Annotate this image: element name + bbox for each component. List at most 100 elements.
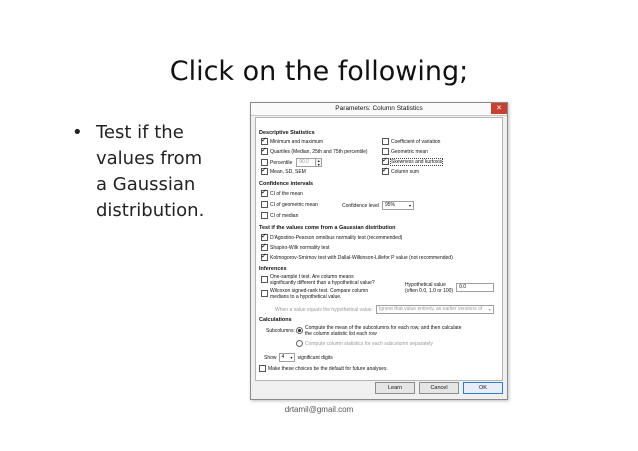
geomean-checkbox[interactable] — [382, 148, 389, 155]
cv-checkbox-row[interactable]: Coefficient of variation — [382, 138, 440, 145]
ttest-row[interactable]: One-sample t test. Are column means sign… — [261, 274, 375, 286]
digits-value: 4 — [281, 354, 285, 360]
geomean-checkbox-row[interactable]: Geometric mean — [382, 148, 428, 155]
minmax-checkbox[interactable] — [261, 136, 268, 145]
hypothetical-value-input[interactable]: 0.0 — [456, 283, 495, 292]
footer-email: drtamil@gmail.com — [284, 405, 354, 414]
bullet-text: distribution. — [96, 200, 205, 221]
slide-title: Click on the following; — [169, 56, 469, 87]
mean-checkbox-row[interactable]: Mean, SD, SEM — [261, 166, 306, 175]
ks-row[interactable]: Kolmogorov-Smirnov test with Dallal-Wilk… — [261, 252, 453, 261]
colsum-checkbox-row[interactable]: Column sum — [382, 166, 420, 175]
bullet-text: Test if the — [96, 122, 184, 143]
ci-geomean-checkbox[interactable] — [261, 201, 268, 208]
cv-label: Coefficient of variation — [391, 138, 441, 145]
chevron-down-icon: ▾ — [290, 355, 293, 360]
subcolumn-option-mean[interactable]: Compute the mean of the subcolumns for e… — [296, 325, 461, 337]
subcolumn-mean-radio[interactable] — [296, 327, 303, 334]
ci-mean-label: CI of the mean — [270, 190, 303, 197]
wilcoxon-label-line2: medians to a hypothetical value. — [270, 294, 342, 300]
dialog-title: Parameters: Column Statistics — [335, 105, 423, 112]
digits-row: Show 4 ▾ significant digits — [264, 353, 333, 362]
ttest-checkbox[interactable] — [261, 276, 268, 283]
digits-select[interactable]: 4 ▾ — [278, 353, 295, 362]
minmax-label: Minimum and maximum — [270, 138, 324, 145]
show-label: Show — [264, 354, 277, 361]
bullet-text: a Gaussian — [96, 174, 196, 195]
ks-label: Kolmogorov-Smirnov test with Dallal-Wilk… — [270, 254, 453, 261]
quartiles-checkbox-row[interactable]: Quartiles (Median, 25th and 75th percent… — [261, 146, 368, 155]
equals-label: When a value equals the hypothetical val… — [275, 306, 373, 313]
bullet-line: distribution. — [72, 198, 222, 224]
ci-level-select[interactable]: 95% ▾ — [381, 201, 414, 210]
digits-label: significant digits — [297, 354, 333, 361]
ci-level-value: 95% — [384, 202, 395, 208]
colsum-checkbox[interactable] — [382, 166, 389, 175]
ttest-label-line2: significantly different than a hypotheti… — [270, 280, 375, 286]
mean-sd-checkbox[interactable] — [261, 166, 268, 175]
ci-mean-row[interactable]: CI of the mean — [261, 188, 303, 197]
bullet-line: • Test if the — [72, 120, 222, 146]
ks-checkbox[interactable] — [261, 252, 268, 261]
subcolumn-mean-text: Compute the mean of the subcolumns for e… — [305, 325, 461, 337]
dialog-content: Descriptive Statistics Minimum and maxim… — [255, 117, 503, 381]
subcolumn-mean-line2: the column statistic list each row — [305, 331, 377, 337]
subcolumn-separate-label: Compute column statistics for each subco… — [305, 340, 433, 347]
inferences-header: Inferences — [259, 266, 287, 272]
percentile-input[interactable]: 90.0 — [296, 158, 317, 167]
ci-level-label: Confidence level — [342, 202, 379, 209]
subcolumn-separate-radio[interactable] — [296, 340, 303, 347]
colsum-label: Column sum — [391, 168, 420, 175]
quartiles-label: Quartiles (Median, 25th and 75th percent… — [270, 148, 368, 155]
ci-level-row: Confidence level 95% ▾ — [342, 201, 414, 210]
column-statistics-dialog: Parameters: Column Statistics ✕ Descript… — [250, 102, 508, 400]
default-choice-row[interactable]: Make these choices be the default for fu… — [259, 365, 388, 372]
bullet-line: values from — [72, 146, 222, 172]
wilcoxon-text: Wilcoxon signed-rank test. Compare colum… — [270, 288, 368, 300]
minmax-checkbox-row[interactable]: Minimum and maximum — [261, 136, 324, 145]
percentile-label: Percentile — [270, 159, 293, 166]
ci-mean-checkbox[interactable] — [261, 188, 268, 197]
geomean-label: Geometric mean — [391, 148, 428, 155]
ci-median-label: CI of median — [270, 212, 299, 219]
ci-header: Confidence intervals — [259, 181, 314, 187]
equals-row: When a value equals the hypothetical val… — [275, 305, 494, 314]
bullet-text: values from — [96, 148, 203, 169]
ok-button[interactable]: OK — [463, 382, 503, 394]
wilcoxon-row[interactable]: Wilcoxon signed-rank test. Compare colum… — [261, 288, 368, 300]
shapiro-checkbox[interactable] — [261, 242, 268, 251]
skew-label: Skewness and kurtosis — [389, 157, 444, 166]
bullet-line: a Gaussian — [72, 172, 222, 198]
learn-button[interactable]: Learn — [375, 382, 415, 394]
skew-checkbox[interactable] — [382, 156, 389, 165]
default-choice-checkbox[interactable] — [259, 365, 266, 372]
mean-sd-label: Mean, SD, SEM — [270, 168, 306, 175]
descriptive-header: Descriptive Statistics — [259, 130, 315, 136]
percentile-checkbox[interactable] — [261, 159, 268, 166]
cv-checkbox[interactable] — [382, 138, 389, 145]
bullet-dot-icon: • — [72, 122, 83, 143]
bullet-list: • Test if the values from a Gaussian dis… — [72, 120, 222, 224]
equals-value: Ignore that value entirely, as earlier v… — [378, 306, 483, 312]
percentile-checkbox-row[interactable]: Percentile 90.0 ▴ ▾ — [261, 158, 323, 167]
quartiles-checkbox[interactable] — [261, 146, 268, 155]
hypothetical-label: Hypothetical value (often 0.0, 1.0 or 10… — [405, 282, 453, 294]
dagostino-row[interactable]: D'Agostino-Pearson omnibus normality tes… — [261, 232, 403, 241]
dialog-titlebar[interactable]: Parameters: Column Statistics ✕ — [251, 103, 507, 116]
dagostino-label: D'Agostino-Pearson omnibus normality tes… — [270, 234, 403, 241]
percentile-stepper[interactable]: ▴ ▾ — [316, 158, 323, 167]
subcolumn-option-separate[interactable]: Compute column statistics for each subco… — [296, 340, 433, 347]
cancel-button[interactable]: Cancel — [419, 382, 459, 394]
shapiro-row[interactable]: Shapiro-Wilk normality test — [261, 242, 330, 251]
equals-select[interactable]: Ignore that value entirely, as earlier v… — [375, 305, 494, 314]
ci-median-checkbox[interactable] — [261, 212, 268, 219]
hypothetical-label-line2: (often 0.0, 1.0 or 100) — [405, 288, 454, 294]
ci-geomean-row[interactable]: CI of geometric mean — [261, 201, 318, 208]
close-icon[interactable]: ✕ — [491, 103, 507, 114]
ci-median-row[interactable]: CI of median — [261, 212, 298, 219]
default-choice-label: Make these choices be the default for fu… — [268, 365, 388, 372]
shapiro-label: Shapiro-Wilk normality test — [270, 244, 330, 251]
wilcoxon-checkbox[interactable] — [261, 290, 268, 297]
skew-checkbox-row[interactable]: Skewness and kurtosis — [382, 156, 444, 166]
dagostino-checkbox[interactable] — [261, 232, 268, 241]
